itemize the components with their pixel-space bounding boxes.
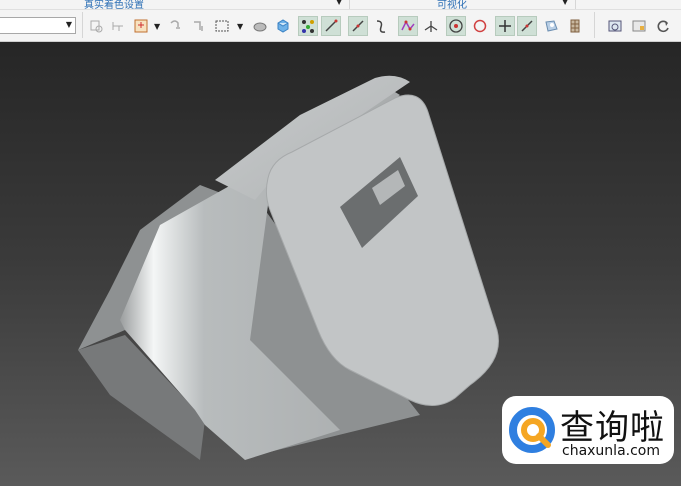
named-view-icon[interactable] [189,16,209,36]
appearance-icon[interactable] [250,16,270,36]
watermark-text-url: chaxunla.com [562,443,660,459]
render-icon[interactable] [273,16,293,36]
grid-icon[interactable] [565,16,585,36]
spline-icon[interactable] [398,16,418,36]
divider [575,0,576,9]
group-expand-arrow[interactable]: ▼ [336,0,342,6]
group-label-shading-settings[interactable]: 真实着色设置 [84,0,144,11]
chevron-down-icon[interactable]: ▼ [154,22,160,31]
datum-display-icon[interactable] [131,16,151,36]
point-target-icon[interactable] [446,16,466,36]
divider [349,0,350,9]
magnifier-logo-icon [509,407,555,453]
circle-icon[interactable] [470,16,490,36]
display-combo[interactable]: ▼ [0,17,76,34]
selection-box-icon[interactable] [212,16,232,36]
tangent-icon[interactable] [108,16,128,36]
plane-line-icon[interactable] [348,16,368,36]
ribbon-toolbar: 真实着色设置 ▼ 可视化 ▼ ▼ ▼ ▼ [0,0,681,42]
divider [594,12,595,38]
view-manager-icon[interactable] [605,16,625,36]
chevron-down-icon[interactable]: ▼ [237,22,243,31]
sphere-icon[interactable] [541,16,561,36]
divider [82,12,83,38]
watermark-text-cn: 查询啦 [560,408,665,448]
axis-icon[interactable] [321,16,341,36]
window-icon[interactable] [629,16,649,36]
curve-icon[interactable] [371,16,391,36]
refresh-icon[interactable] [653,16,673,36]
chevron-down-icon: ▼ [65,20,72,29]
spin-center-icon[interactable] [165,16,185,36]
csys-icon[interactable] [421,16,441,36]
line-icon[interactable] [517,16,537,36]
group-label-visualization[interactable]: 可视化 [437,0,467,11]
group-expand-arrow[interactable]: ▼ [562,0,568,6]
datum-points-icon[interactable] [298,16,318,36]
display-style-icon[interactable] [86,16,106,36]
plus-icon[interactable] [495,16,515,36]
watermark-logo: 查询啦 chaxunla.com [502,396,674,464]
